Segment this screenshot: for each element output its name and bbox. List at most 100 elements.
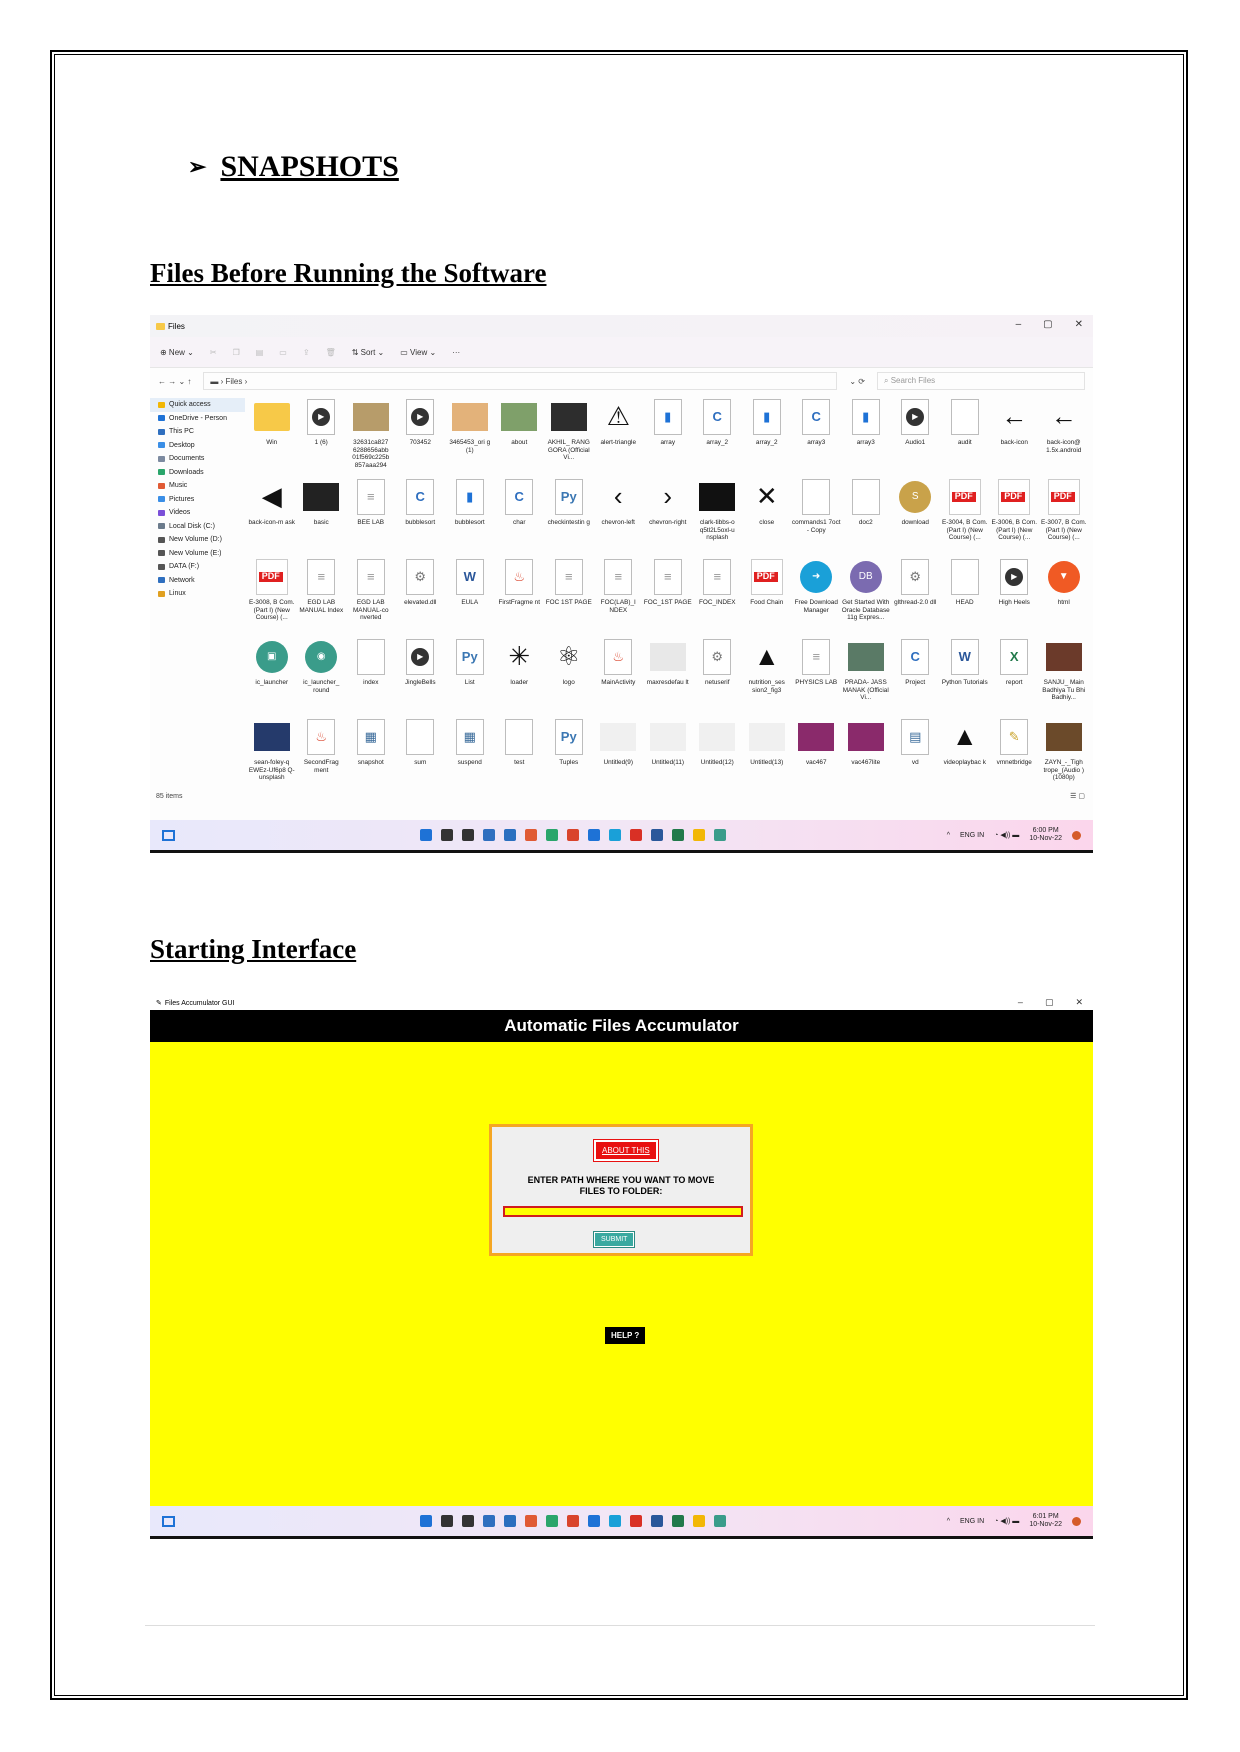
file-item[interactable]: ⚛ logo (544, 634, 594, 714)
close-button[interactable]: ✕ (1075, 319, 1083, 330)
taskbar-app-icon[interactable] (609, 829, 621, 841)
file-item[interactable]: ≡ FOC 1ST PAGE (544, 554, 594, 634)
taskbar-app-icon[interactable] (630, 1515, 642, 1527)
taskbar-app-icon[interactable] (525, 1515, 537, 1527)
taskbar-app-icon[interactable] (546, 1515, 558, 1527)
clock[interactable]: 6:01 PM 10-Nov-22 (1029, 1513, 1062, 1529)
widgets-icon[interactable] (162, 1515, 175, 1527)
tray-chevron-icon[interactable]: ^ (947, 1518, 950, 1525)
file-item[interactable]: ♨ MainActivity (594, 634, 644, 714)
file-item[interactable]: ▮ bubblesort (445, 474, 495, 554)
file-item[interactable]: DB Get Started With Oracle Database 11g E… (841, 554, 891, 634)
notification-icon[interactable] (1072, 1516, 1081, 1526)
sidebar-item[interactable]: Network (150, 574, 245, 588)
file-item[interactable]: ⚙ netuserif (693, 634, 743, 714)
file-item[interactable]: Untitled(11) (643, 714, 693, 794)
file-item[interactable]: vac467 (792, 714, 842, 794)
sidebar-item[interactable]: Documents (150, 452, 245, 466)
about-this-button[interactable]: ABOUT THIS (593, 1139, 659, 1162)
file-item[interactable]: PDF E-3007, B Com. (Part I) (New Course) … (1039, 474, 1089, 554)
nav-buttons[interactable]: ← → ⌄ ↑ (158, 377, 191, 386)
sidebar-item[interactable]: Music (150, 479, 245, 493)
share-icon[interactable]: ⇪ (303, 348, 310, 357)
file-item[interactable]: index (346, 634, 396, 714)
file-item[interactable]: ◀ back-icon-m ask (247, 474, 297, 554)
file-item[interactable]: ← back-icon (990, 394, 1040, 474)
file-item[interactable]: Carray3 (792, 394, 842, 474)
file-item[interactable]: Sdownload (891, 474, 941, 554)
file-item[interactable]: ≡ FOC_1ST PAGE (643, 554, 693, 634)
taskbar-app-icon[interactable] (567, 1515, 579, 1527)
file-item[interactable]: ▮ array (643, 394, 693, 474)
file-item[interactable]: SANJU_ Main Badhiya Tu Bhi Badhiy... (1039, 634, 1089, 714)
file-item[interactable]: › chevron-right (643, 474, 693, 554)
file-item[interactable]: ◉ ic_launcher_ round (297, 634, 347, 714)
taskbar-app-icon[interactable] (588, 829, 600, 841)
sort-button[interactable]: ⇅ Sort ⌄ (352, 348, 385, 357)
file-item[interactable]: C Project (891, 634, 941, 714)
file-item[interactable]: HEAD (940, 554, 990, 634)
taskbar-app-icon[interactable] (588, 1515, 600, 1527)
file-item[interactable]: ▦ suspend (445, 714, 495, 794)
wifi-sound-battery-icon[interactable]: ◔ ◀)) ▬ (994, 1517, 1019, 1525)
taskbar-app-icon[interactable] (483, 1515, 495, 1527)
file-item[interactable]: 32631ca827 6288656abb 01f569c225b 857aaa… (346, 394, 396, 474)
language-indicator[interactable]: ENG IN (960, 1518, 984, 1525)
file-item[interactable]: ▦ snapshot (346, 714, 396, 794)
file-item[interactable]: audit (940, 394, 990, 474)
file-item[interactable]: ▶ 703452 (396, 394, 446, 474)
taskbar-app-icon[interactable] (651, 829, 663, 841)
file-item[interactable]: ⚙ glthread-2.0 dll (891, 554, 941, 634)
file-item[interactable]: ≡ FOC(LAB)_I NDEX (594, 554, 644, 634)
sidebar-item[interactable]: This PC (150, 425, 245, 439)
rename-icon[interactable]: ▭ (279, 348, 287, 357)
file-item[interactable]: Py List (445, 634, 495, 714)
file-item[interactable]: Xreport (990, 634, 1040, 714)
view-button[interactable]: ▭ View ⌄ (400, 348, 436, 357)
address-box[interactable]: ▬ › Files › (203, 372, 838, 390)
taskbar-app-icon[interactable] (483, 829, 495, 841)
minimize-button[interactable]: – (1016, 319, 1022, 330)
file-item[interactable]: ▮ array_2 (742, 394, 792, 474)
file-item[interactable]: about (495, 394, 545, 474)
tray-chevron-icon[interactable]: ^ (947, 832, 950, 839)
file-item[interactable]: clark-tibbs-o q5tl2L5oxl-u nsplash (693, 474, 743, 554)
file-item[interactable]: ▲ nutrition_ses sion2_fig3 (742, 634, 792, 714)
cut-icon[interactable]: ✂ (210, 348, 217, 357)
sidebar-item[interactable]: New Volume (E:) (150, 547, 245, 561)
search-input[interactable]: ⌕ Search Files (877, 372, 1085, 390)
file-item[interactable]: doc2 (841, 474, 891, 554)
taskbar-app-icon[interactable] (525, 829, 537, 841)
language-indicator[interactable]: ENG IN (960, 832, 984, 839)
clock[interactable]: 6:00 PM 10-Nov-22 (1029, 827, 1062, 843)
sidebar-item[interactable]: OneDrive - Person (150, 412, 245, 426)
file-item[interactable]: ≡ EGD LAB MANUAL-co nverted (346, 554, 396, 634)
file-item[interactable]: Py Tuples (544, 714, 594, 794)
file-item[interactable]: Untitled(12) (693, 714, 743, 794)
path-input[interactable] (503, 1206, 743, 1217)
file-item[interactable]: ≡ BEE LAB (346, 474, 396, 554)
maximize-button[interactable]: ▢ (1045, 997, 1054, 1008)
paste-icon[interactable]: ▤ (256, 348, 264, 357)
file-item[interactable]: maxresdefau lt (643, 634, 693, 714)
taskbar-app-icon[interactable] (420, 829, 432, 841)
taskbar-app-icon[interactable] (504, 1515, 516, 1527)
file-item[interactable]: commands1 7oct - Copy (792, 474, 842, 554)
file-item[interactable]: W EULA (445, 554, 495, 634)
taskbar-app-icon[interactable] (693, 1515, 705, 1527)
file-item[interactable]: ▶ Audio1 (891, 394, 941, 474)
widgets-icon[interactable] (162, 829, 175, 841)
close-button[interactable]: ✕ (1075, 997, 1083, 1008)
taskbar-app-icon[interactable] (462, 829, 474, 841)
taskbar-app-icon[interactable] (693, 829, 705, 841)
file-item[interactable]: ZAYN_-_Tigh trope_(Audio )(1080p) (1039, 714, 1089, 794)
file-item[interactable]: sum (396, 714, 446, 794)
copy-icon[interactable]: ❐ (233, 348, 240, 357)
taskbar-app-icon[interactable] (462, 1515, 474, 1527)
file-item[interactable]: ▶ JingleBells (396, 634, 446, 714)
file-item[interactable]: PDF Food Chain (742, 554, 792, 634)
taskbar-app-icon[interactable] (630, 829, 642, 841)
file-item[interactable]: ≡ EGD LAB MANUAL Index (297, 554, 347, 634)
file-item[interactable]: ← back-icon@ 1.5x.android (1039, 394, 1089, 474)
file-item[interactable]: ≡ FOC_INDEX (693, 554, 743, 634)
